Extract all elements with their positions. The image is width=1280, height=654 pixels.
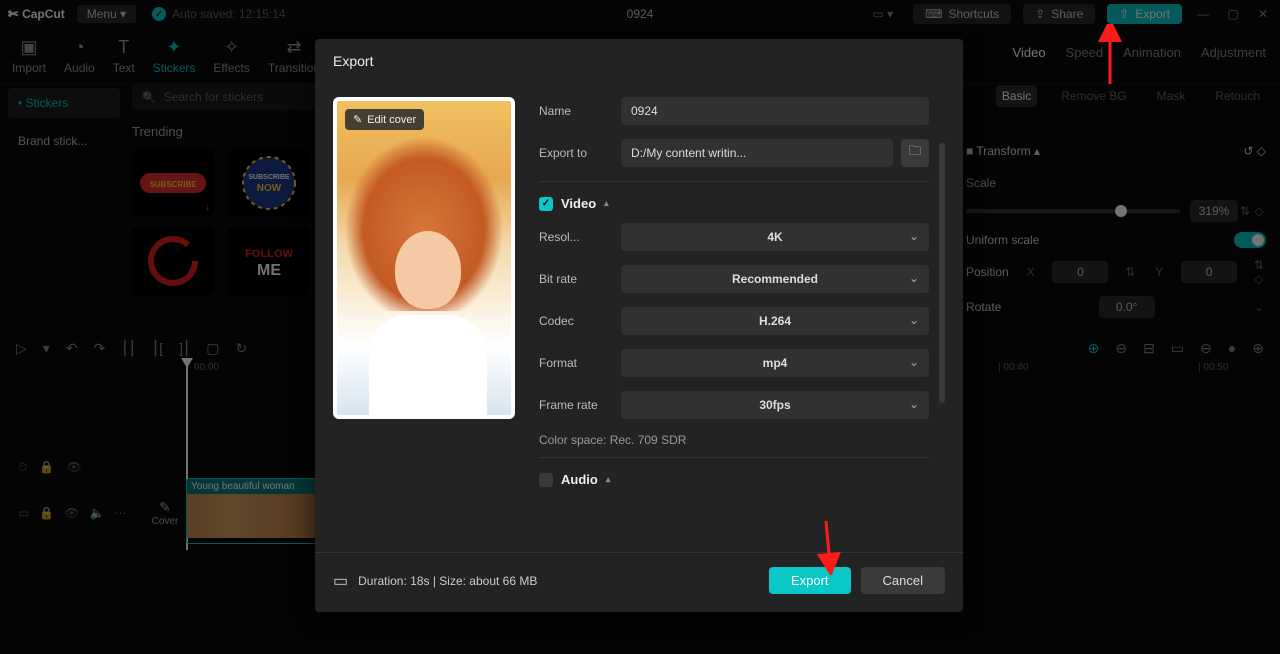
film-icon: ▭ [333,571,348,591]
resolution-select[interactable]: 4K [621,223,929,251]
video-section[interactable]: ✓ Video [539,196,929,211]
codec-label: Codec [539,314,621,328]
resolution-label: Resol... [539,230,621,244]
cover-preview: Edit cover [333,97,515,419]
name-label: Name [539,104,621,118]
framerate-label: Frame rate [539,398,621,412]
duration-info: ▭ Duration: 18s | Size: about 66 MB [333,571,537,591]
scrollbar[interactable] [939,143,945,403]
export-title: Export [315,39,963,83]
bitrate-label: Bit rate [539,272,621,286]
bitrate-select[interactable]: Recommended [621,265,929,293]
export-path-input[interactable] [621,139,893,167]
export-confirm-button[interactable]: Export [769,567,851,594]
video-checkbox[interactable]: ✓ [539,197,553,211]
framerate-select[interactable]: 30fps [621,391,929,419]
export-dialog: Export Edit cover Name Export to 🗀 [315,39,963,612]
audio-section[interactable]: ✓ Audio [539,472,929,487]
format-select[interactable]: mp4 [621,349,929,377]
name-input[interactable] [621,97,929,125]
export-to-label: Export to [539,146,621,160]
cancel-button[interactable]: Cancel [861,567,945,594]
audio-checkbox[interactable]: ✓ [539,473,553,487]
browse-folder-button[interactable]: 🗀 [901,139,929,167]
colorspace-label: Color space: Rec. 709 SDR [539,433,929,447]
edit-cover-button[interactable]: Edit cover [345,109,424,130]
codec-select[interactable]: H.264 [621,307,929,335]
format-label: Format [539,356,621,370]
